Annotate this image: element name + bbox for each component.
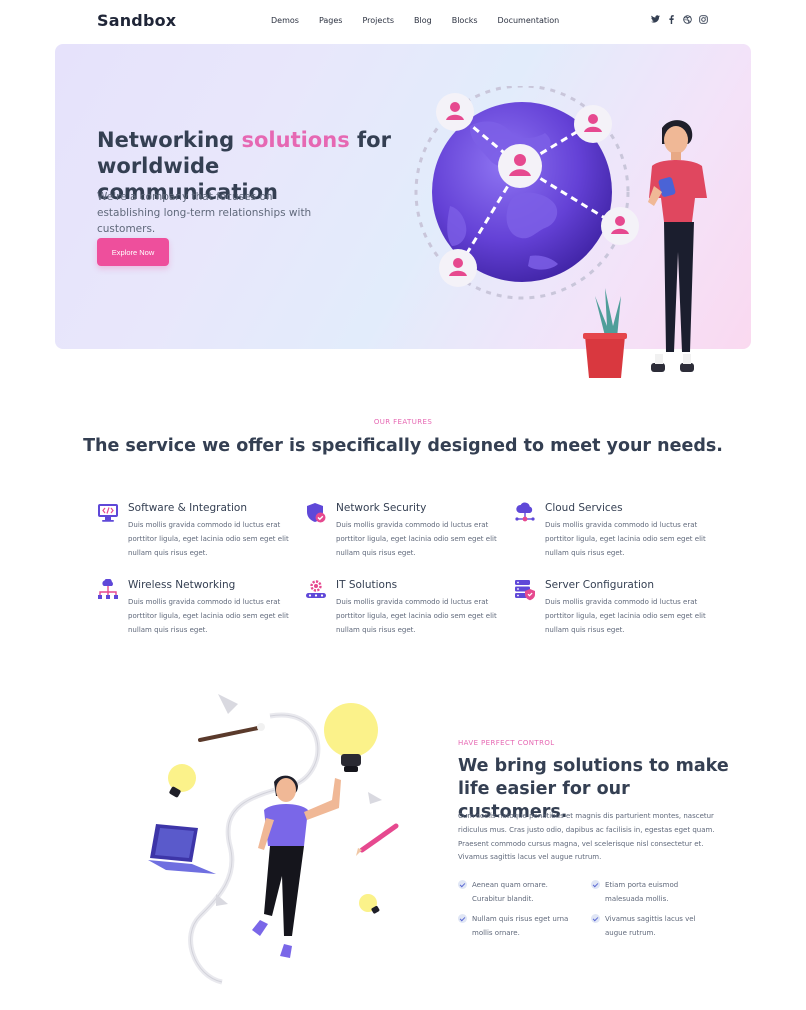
check-icon [458,914,467,923]
feature-title: Wireless Networking [128,579,236,591]
cloud-network-icon [514,502,536,524]
check-icon [591,914,600,923]
user-node [436,93,474,131]
instagram-icon[interactable] [698,14,708,24]
nav-item-projects[interactable]: Projects [362,16,394,25]
explore-now-button[interactable]: Explore Now [97,238,169,266]
features-title: The service we offer is specifically des… [83,436,723,456]
nav-item-blocks[interactable]: Blocks [452,16,478,25]
hero-illustration [410,84,730,386]
check-icon [591,880,600,889]
feature-text: Duis mollis gravida commodo id luctus er… [336,521,497,557]
solutions-illustration [140,688,410,988]
nav-item-demos[interactable]: Demos [271,16,299,25]
gear-icon [305,579,327,601]
facebook-icon[interactable] [666,14,676,24]
solutions-eyebrow: HAVE PERFECT CONTROL [458,739,555,747]
feature-text: Duis mollis gravida commodo id luctus er… [128,598,289,634]
hero-title-accent: solutions [241,128,350,152]
check-icon [458,880,467,889]
feature-title: Network Security [336,502,427,514]
solutions-text: Cum sociis natoque penatibus et magnis d… [458,812,715,862]
feature-text: Duis mollis gravida commodo id luctus er… [128,521,289,557]
features-eyebrow: OUR FEATURES [373,418,433,426]
shield-icon [305,502,327,524]
feature-title: Server Configuration [545,579,654,591]
feature-title: Cloud Services [545,502,623,514]
server-icon [514,579,536,601]
feature-text: Duis mollis gravida commodo id luctus er… [336,598,497,634]
feature-title: IT Solutions [336,579,398,591]
nav-item-pages[interactable]: Pages [319,16,343,25]
code-monitor-icon [97,502,119,524]
feature-text: Duis mollis gravida commodo id luctus er… [545,598,706,634]
hero-subtitle: We're a company that focuses on establis… [97,191,312,235]
feature-text: Duis mollis gravida commodo id luctus er… [545,521,706,557]
main-menu: Demos Pages Projects Blog Blocks Documen… [271,16,579,25]
wireless-network-icon [97,578,119,601]
brand-logo[interactable]: Sandbox [97,11,176,30]
nav-item-documentation[interactable]: Documentation [498,16,560,25]
feature-title: Software & Integration [128,502,248,514]
social-links [650,14,708,24]
twitter-icon[interactable] [650,14,660,24]
top-navbar: Sandbox Demos Pages Projects Blog Blocks… [0,0,806,42]
dribbble-icon[interactable] [682,14,692,24]
nav-item-blog[interactable]: Blog [414,16,432,25]
